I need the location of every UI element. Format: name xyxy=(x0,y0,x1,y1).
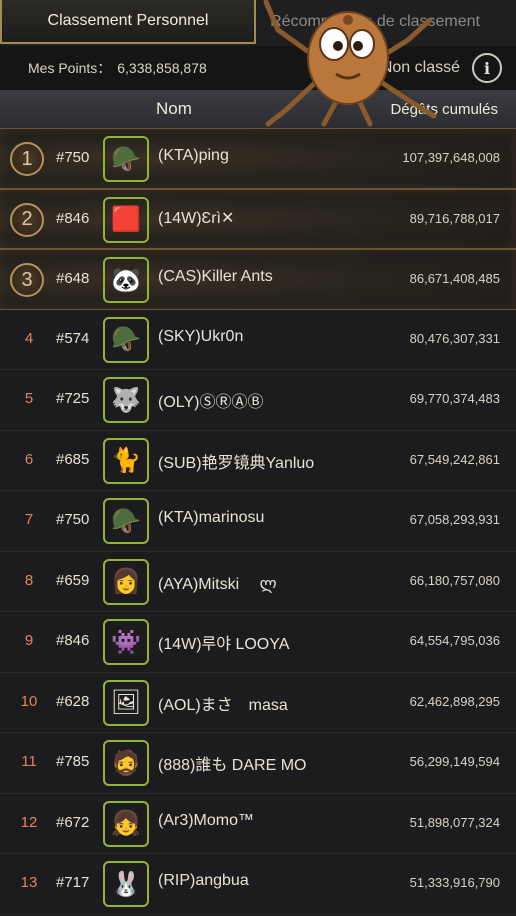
ranking-row[interactable]: 5 #725 🐺 (OLY)ⓈⓇⒶⒷ 69,770,374,483 xyxy=(0,370,516,431)
player-name: (AYA)Mitski ლ xyxy=(158,575,277,593)
server-number: #717 xyxy=(56,874,90,891)
rank-medal-icon: 3 xyxy=(10,263,44,297)
rank-status: Non classé xyxy=(380,59,460,76)
avatar[interactable]: 🐰 xyxy=(103,861,149,907)
rank-number: 12 xyxy=(20,813,38,831)
avatar[interactable]: 🪖 xyxy=(103,316,149,363)
server-number: #846 xyxy=(56,632,90,649)
ranking-row[interactable]: 12 #672 👧 (Ar3)Momo™ 51,898,077,324 xyxy=(0,793,516,854)
player-name: (AOL)まさ masa xyxy=(158,696,288,714)
table-header: Nom Dégâts cumulés xyxy=(0,90,516,128)
ranking-row[interactable]: 13 #717 🐰 (RIP)angbua 51,333,916,790 xyxy=(0,854,516,915)
server-number: #750 xyxy=(56,511,90,528)
cumulative-damage: 51,333,916,790 xyxy=(409,875,500,890)
avatar[interactable]: 👩 xyxy=(103,558,149,605)
player-name: (14W)루야 LOOYA xyxy=(158,636,290,653)
avatar[interactable]: 🟥 xyxy=(103,196,149,243)
tab-ranking-rewards[interactable]: Récompenses de classement xyxy=(256,0,516,44)
player-name: (CAS)Killer Ants xyxy=(158,268,273,285)
player-name: (KTA)marinosu xyxy=(158,509,265,526)
server-number: #725 xyxy=(56,390,90,407)
player-name: (SUB)艳罗镜典Yanluo xyxy=(158,454,315,472)
cumulative-damage: 89,716,788,017 xyxy=(409,210,500,226)
avatar[interactable]: 🪖 xyxy=(103,136,149,182)
ranking-row[interactable]: 3 #648 🐼 (CAS)Killer Ants 86,671,408,485 xyxy=(0,249,516,310)
ranking-row[interactable]: 1 #750 🪖 (KTA)ping 107,397,648,008 xyxy=(0,128,516,189)
player-name: (RIP)angbua xyxy=(158,872,249,889)
rank-medal-icon: 1 xyxy=(10,142,44,176)
ranking-row[interactable]: 9 #846 👾 (14W)루야 LOOYA 64,554,795,036 xyxy=(0,612,516,673)
cumulative-damage: 67,058,293,931 xyxy=(409,512,500,527)
server-number: #659 xyxy=(56,571,90,589)
avatar[interactable]: 🧔 xyxy=(103,740,149,786)
rank-number: 7 xyxy=(24,511,34,528)
player-name: (14W)Ɛrì✕ xyxy=(158,209,235,227)
cumulative-damage: 51,898,077,324 xyxy=(409,814,500,830)
player-name: (KTA)ping xyxy=(158,147,229,164)
cumulative-damage: 56,299,149,594 xyxy=(409,754,500,769)
player-name: (Ar3)Momo™ xyxy=(158,811,255,829)
avatar[interactable]: 🐈 xyxy=(103,437,149,484)
tab-personal-ranking[interactable]: Classement Personnel xyxy=(0,0,256,44)
points-label: Mes Points： xyxy=(28,60,112,76)
rank-number: 9 xyxy=(24,632,34,649)
ranking-row[interactable]: 7 #750 🪖 (KTA)marinosu 67,058,293,931 xyxy=(0,491,516,552)
player-name: (SKY)Ukr0n xyxy=(158,327,244,345)
cumulative-damage: 64,554,795,036 xyxy=(409,633,500,648)
cumulative-damage: 80,476,307,331 xyxy=(409,330,500,346)
ranking-tabs: Classement Personnel Récompenses de clas… xyxy=(0,0,516,46)
rank-number: 8 xyxy=(24,571,34,589)
ranking-row[interactable]: 11 #785 🧔 (888)誰も DARE MO 56,299,149,594 xyxy=(0,733,516,794)
ranking-row[interactable]: 2 #846 🟥 (14W)Ɛrì✕ 89,716,788,017 xyxy=(0,188,516,249)
cumulative-damage: 86,671,408,485 xyxy=(409,271,500,286)
player-name: (OLY)ⓈⓇⒶⒷ xyxy=(158,394,264,411)
server-number: #750 xyxy=(56,149,90,166)
avatar[interactable]: 🪖 xyxy=(103,498,149,544)
ranking-list: 1 #750 🪖 (KTA)ping 107,397,648,008 2 #846 🟥 (14W… xyxy=(0,128,516,915)
cumulative-damage: 67,549,242,861 xyxy=(409,451,500,467)
column-header-damage: Dégâts cumulés xyxy=(390,100,498,118)
rank-number: 10 xyxy=(20,692,38,710)
column-header-name: Nom xyxy=(156,99,192,118)
info-icon[interactable]: i xyxy=(472,53,502,83)
avatar[interactable]: 🖼 xyxy=(103,679,149,726)
server-number: #785 xyxy=(56,753,90,770)
rank-number: 13 xyxy=(20,874,38,891)
ranking-row[interactable]: 6 #685 🐈 (SUB)艳罗镜典Yanluo 67,549,242,861 xyxy=(0,430,516,491)
cumulative-damage: 66,180,757,080 xyxy=(409,572,500,588)
server-number: #628 xyxy=(56,692,90,710)
server-number: #685 xyxy=(56,450,90,468)
ranking-row[interactable]: 10 #628 🖼 (AOL)まさ masa 62,462,898,295 xyxy=(0,672,516,733)
server-number: #846 xyxy=(56,209,90,227)
ranking-row[interactable]: 4 #574 🪖 (SKY)Ukr0n 80,476,307,331 xyxy=(0,309,516,370)
cumulative-damage: 62,462,898,295 xyxy=(409,693,500,709)
cumulative-damage: 107,397,648,008 xyxy=(402,150,500,165)
avatar[interactable]: 👾 xyxy=(103,619,149,665)
rank-number: 5 xyxy=(24,390,34,407)
ranking-row[interactable]: 8 #659 👩 (AYA)Mitski ლ 66,180,757,080 xyxy=(0,551,516,612)
rank-number: 6 xyxy=(24,450,34,468)
avatar[interactable]: 👧 xyxy=(103,800,149,847)
cumulative-damage: 69,770,374,483 xyxy=(409,391,500,406)
server-number: #574 xyxy=(56,329,90,347)
server-number: #672 xyxy=(56,813,90,831)
player-name: (888)誰も DARE MO xyxy=(158,757,307,774)
points-value: 6,338,858,878 xyxy=(117,60,207,76)
avatar[interactable]: 🐼 xyxy=(103,257,149,303)
avatar[interactable]: 🐺 xyxy=(103,377,149,423)
rank-medal-icon: 2 xyxy=(10,202,44,237)
my-points-bar: Mes Points： 6,338,858,878 Non classé i xyxy=(0,46,516,90)
rank-number: 11 xyxy=(21,753,37,770)
rank-number: 4 xyxy=(24,329,34,347)
server-number: #648 xyxy=(56,270,90,287)
